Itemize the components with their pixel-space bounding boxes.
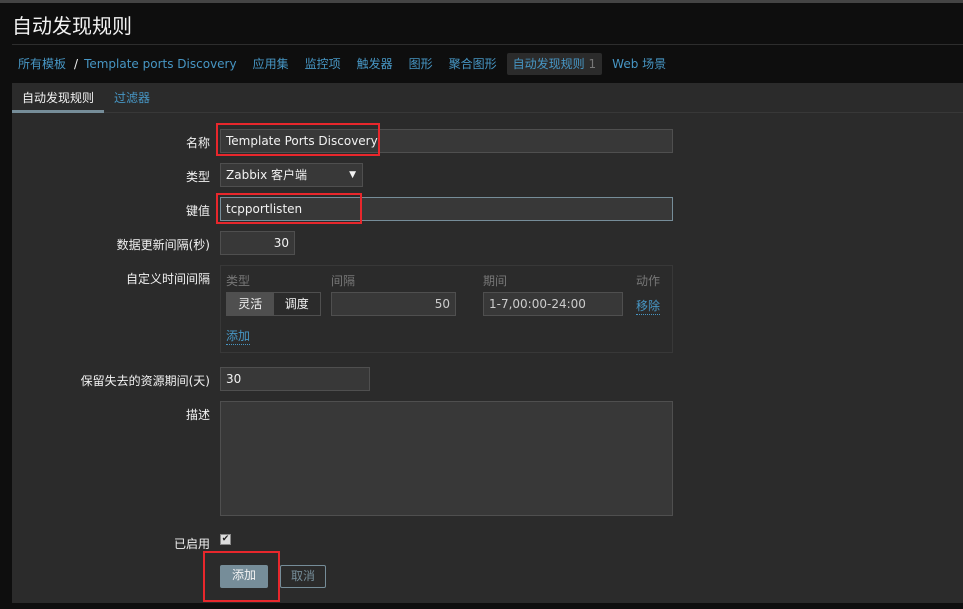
cancel-button[interactable]: 取消 [280,565,326,588]
col-period: 期间 [483,274,508,288]
breadcrumb-template[interactable]: Template ports Discovery [78,53,243,75]
nav-web-scenarios[interactable]: Web 场景 [606,53,672,75]
scheduling-option[interactable]: 调度 [274,293,321,315]
highlight-name [216,123,380,156]
tab-filters[interactable]: 过滤器 [104,83,160,113]
chevron-down-icon: ▼ [349,170,356,180]
col-interval: 间隔 [331,274,356,288]
keep-lost-label: 保留失去的资源期间(天) [80,374,210,388]
nav-screens[interactable]: 聚合图形 [443,53,503,75]
custom-intervals-table: 类型 间隔 期间 动作 灵活 调度 50 1-7,00:00-24:00 移除 … [220,265,673,353]
flexible-option[interactable]: 灵活 [227,293,274,315]
nav-discovery-label: 自动发现规则 [512,57,585,71]
keep-lost-input[interactable]: 30 [220,367,370,391]
nav-discovery-count: 1 [588,57,597,71]
footer-strip [0,603,963,609]
description-label: 描述 [185,408,210,422]
nav-triggers[interactable]: 触发器 [351,53,399,75]
description-textarea[interactable] [220,401,673,516]
type-select-value: Zabbix 客户端 [226,168,308,182]
type-label: 类型 [185,170,210,184]
type-select[interactable]: Zabbix 客户端 ▼ [220,163,363,187]
interval-input[interactable]: 30 [220,231,295,255]
tab-discovery-rule[interactable]: 自动发现规则 [12,83,105,113]
nav-graphs[interactable]: 图形 [403,53,439,75]
nav-discovery-rules[interactable]: 自动发现规则 1 [506,53,603,75]
highlight-key [216,193,362,224]
interval-type-toggle: 灵活 调度 [226,292,321,316]
enabled-checkbox[interactable]: ✔ [220,534,231,545]
enabled-label: 已启用 [173,537,210,551]
divider [12,44,963,45]
breadcrumb: 所有模板 / Template ports Discovery 应用集 监控项 … [12,52,676,76]
nav-applications[interactable]: 应用集 [247,53,295,75]
name-label: 名称 [185,136,210,150]
key-label: 键值 [185,204,210,218]
col-type: 类型 [226,274,251,288]
tab-bar: 自动发现规则 过滤器 [12,83,963,113]
custom-intervals-label: 自定义时间间隔 [125,272,210,286]
interval-label: 数据更新间隔(秒) [116,238,210,252]
breadcrumb-all-templates[interactable]: 所有模板 [12,53,72,75]
discovery-rule-form: 名称 Template Ports Discovery 类型 Zabbix 客户… [12,113,963,603]
top-border [0,0,963,3]
col-action: 动作 [636,274,661,288]
custom-period-input[interactable]: 1-7,00:00-24:00 [483,292,623,316]
custom-interval-input[interactable]: 50 [331,292,456,316]
page-title: 自动发现规则 [12,14,132,38]
remove-link[interactable]: 移除 [636,297,661,315]
highlight-add [203,551,280,602]
add-interval-link[interactable]: 添加 [226,327,251,345]
nav-items[interactable]: 监控项 [299,53,347,75]
